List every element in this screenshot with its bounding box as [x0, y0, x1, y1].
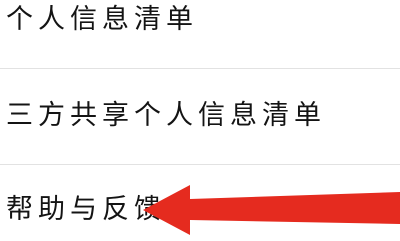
menu-item-label: 帮助与反馈 [6, 194, 166, 225]
menu-item-label: 个人信息清单 [6, 4, 198, 35]
menu-item-help-and-feedback[interactable]: 帮助与反馈 [0, 165, 400, 241]
settings-menu-list: 个人信息清单 三方共享个人信息清单 帮助与反馈 [0, 0, 400, 241]
menu-item-label: 三方共享个人信息清单 [6, 100, 326, 131]
menu-item-third-party-shared-info-list[interactable]: 三方共享个人信息清单 [0, 69, 400, 164]
menu-item-personal-info-list[interactable]: 个人信息清单 [0, 0, 400, 68]
